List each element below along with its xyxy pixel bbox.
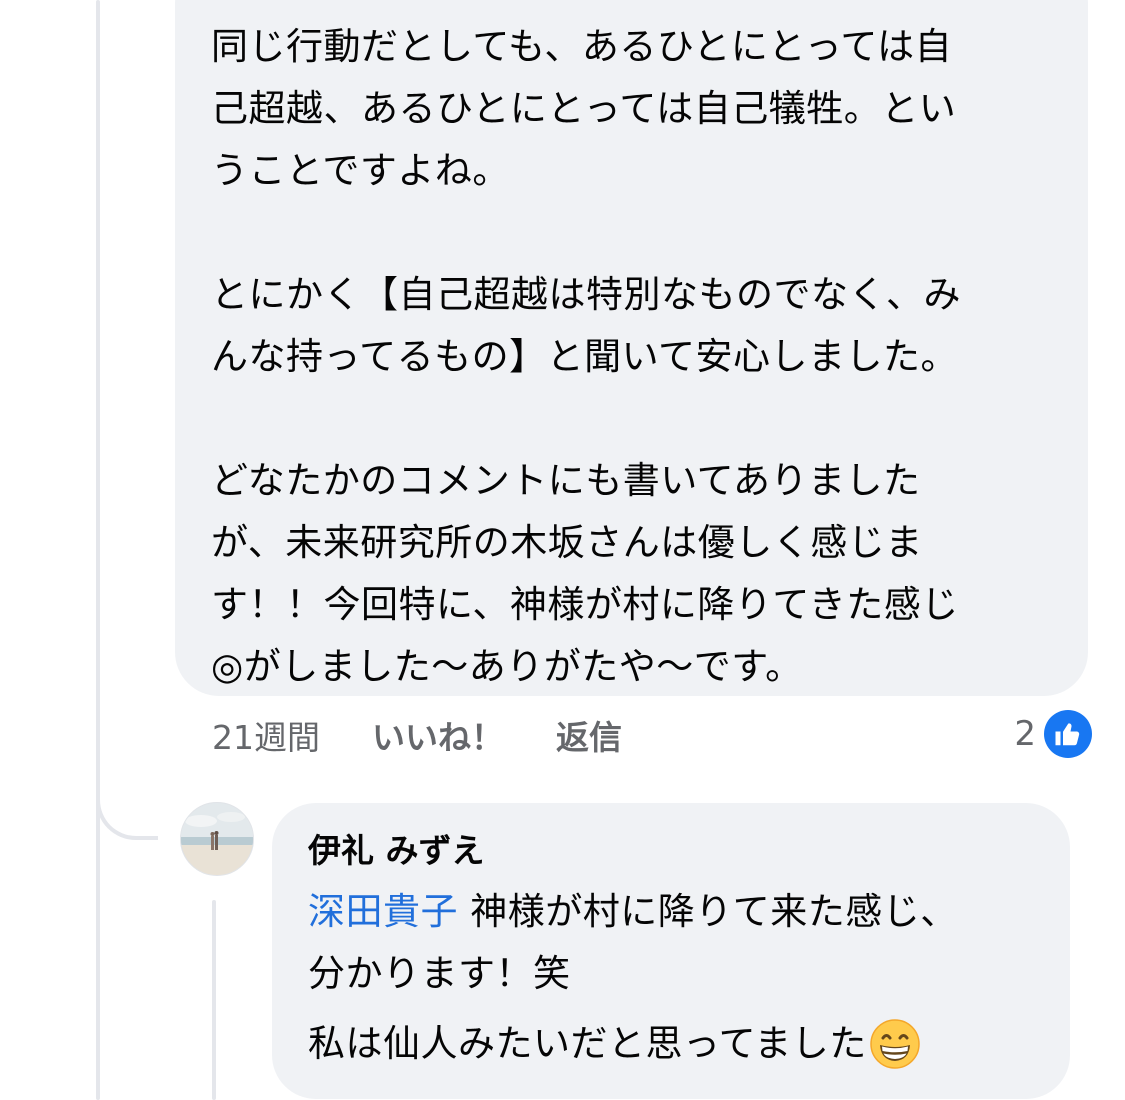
reply-text-line1: 神様が村に降りて来た感じ、 (458, 890, 958, 933)
reply-text-paragraph2: 私は仙人みたいだと思ってました (308, 1013, 1034, 1075)
reply-text-line2: 分かります！笑 (308, 952, 571, 995)
reaction-count: 2 (1014, 714, 1036, 754)
avatar[interactable] (180, 802, 254, 876)
thread-connector-line (96, 0, 100, 1100)
reply-author-name[interactable]: 伊礼 みずえ (308, 827, 1034, 875)
grinning-face-emoji (869, 1018, 921, 1070)
comment-bubble: 同じ行動だとしても、あるひとにとっては自 己超越、あるひとにとっては自己犠牲。と… (175, 0, 1088, 696)
like-button[interactable]: いいね！ (372, 711, 504, 759)
reply-button[interactable]: 返信 (556, 711, 622, 759)
comment-action-row: 21週間 いいね！ 返信 2 (212, 708, 1092, 762)
mention-link[interactable]: 深田貴子 (308, 890, 458, 933)
comment-thread: 同じ行動だとしても、あるひとにとっては自 己超越、あるひとにとっては自己犠牲。と… (0, 0, 1125, 1100)
reply-text: 深田貴子 神様が村に降りて来た感じ、分かります！笑 (308, 881, 1034, 1005)
avatar-photo (181, 803, 253, 875)
reply-bubble: 伊礼 みずえ 深田貴子 神様が村に降りて来た感じ、分かります！笑 私は仙人みたい… (272, 803, 1070, 1099)
thumbs-up-icon (1044, 710, 1092, 758)
reaction-summary[interactable]: 2 (1014, 710, 1092, 758)
reply-text-line3: 私は仙人みたいだと思ってました (308, 1022, 867, 1065)
thread-connector-curve (96, 740, 158, 840)
comment-timestamp[interactable]: 21週間 (212, 711, 320, 759)
comment-text: 同じ行動だとしても、あるひとにとっては自 己超越、あるひとにとっては自己犠牲。と… (211, 25, 961, 688)
reply-connector-line (212, 900, 216, 1100)
